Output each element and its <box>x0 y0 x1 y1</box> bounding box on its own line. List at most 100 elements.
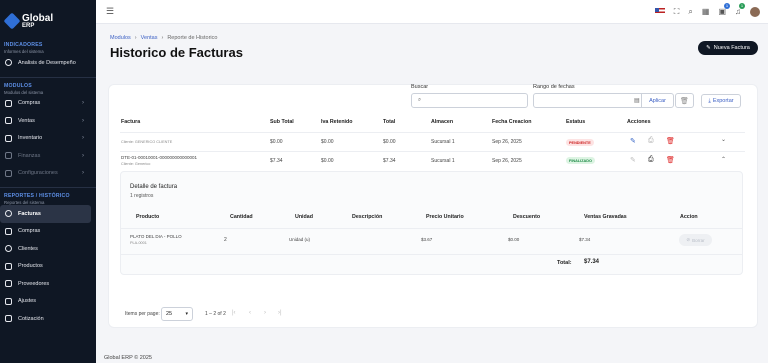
print-icon[interactable]: ⎙ <box>648 156 654 164</box>
sidebar-item-label: Inventario <box>18 135 43 142</box>
topbar: ☰ ⛶ ⌕ ▦ ▣ 1 ♫ 1 <box>96 0 768 24</box>
brand-logo[interactable]: Global ERP <box>0 0 96 42</box>
download-icon: ⤓ <box>708 97 711 104</box>
box-icon <box>5 134 12 142</box>
print-icon[interactable]: ⎙ <box>648 137 654 145</box>
row-iva: $0.00 <box>321 158 334 164</box>
divider <box>0 187 96 188</box>
trash-icon[interactable]: 🗑 <box>666 137 675 145</box>
fullscreen-icon[interactable]: ⛶ <box>674 7 680 17</box>
avatar[interactable] <box>750 6 760 17</box>
sidebar-item-cotizacion[interactable]: Cotización <box>0 310 96 328</box>
breadcrumb: Modulos › Ventas › Reporte de Historico <box>110 35 217 41</box>
col-almacen: Almacen <box>431 119 454 125</box>
section-title-modulos: MODULOS <box>4 82 32 89</box>
trash-icon: 🗑 <box>680 97 689 105</box>
detail-qty: 2 <box>224 237 227 243</box>
first-page-icon[interactable]: |‹ <box>232 310 236 316</box>
clear-date-button[interactable]: 🗑 <box>675 93 694 108</box>
sidebar-item-compras[interactable]: Compras › <box>0 95 96 113</box>
brand-line1: Global <box>22 12 54 24</box>
chevron-right-icon: › <box>82 100 84 107</box>
row-client: Cliente: GENERICO CLIENTE <box>121 140 173 144</box>
sales-icon <box>5 117 12 125</box>
new-invoice-button[interactable]: ✎ Nueva Factura <box>698 41 758 55</box>
sidebar-item-finanzas[interactable]: Finanzas › <box>0 147 96 165</box>
dollar-icon <box>5 210 12 218</box>
sidebar-item-label: Cotización <box>18 315 44 322</box>
detail-discount: $0.00 <box>508 237 520 242</box>
detail-col-unidad: Unidad <box>295 214 313 220</box>
edit-icon[interactable]: ✎ <box>630 137 636 145</box>
sidebar-item-facturas[interactable]: Facturas <box>0 205 91 223</box>
breadcrumb-current: Reporte de Historico <box>167 35 218 41</box>
detail-count: 1 registros <box>130 193 154 199</box>
sidebar-item-configuraciones[interactable]: Configuraciones › <box>0 165 96 183</box>
date-range-label: Rango de fechas <box>533 84 575 90</box>
chevron-down-icon[interactable]: ⌄ <box>721 136 726 143</box>
last-page-icon[interactable]: ›| <box>278 310 282 316</box>
cart-icon <box>5 99 12 107</box>
breadcrumb-modulos[interactable]: Modulos <box>110 35 131 41</box>
flag-us-icon[interactable] <box>654 8 665 15</box>
detail-total-value: $7.34 <box>584 259 600 265</box>
search-icon[interactable]: ⌕ <box>688 7 692 17</box>
document-icon <box>5 315 12 323</box>
row-total: $7.34 <box>383 158 396 164</box>
apply-button[interactable]: Aplicar <box>641 93 673 108</box>
logo-icon <box>3 12 21 30</box>
calendar-icon[interactable]: ▤ <box>634 97 640 104</box>
bell-icon[interactable]: ♫ 1 <box>735 3 745 16</box>
caret-down-icon: ▾ <box>185 311 188 317</box>
messages-icon[interactable]: ▣ 1 <box>718 3 730 16</box>
sidebar-item-label: Finanzas <box>18 152 41 159</box>
export-button[interactable]: ⤓ Exportar <box>701 94 741 108</box>
notifications-badge: 1 <box>739 3 745 9</box>
trash-icon[interactable]: 🗑 <box>666 156 675 164</box>
breadcrumb-ventas[interactable]: Ventas <box>141 35 158 41</box>
sidebar-item-compras-reporte[interactable]: Compras <box>0 223 96 241</box>
apps-icon[interactable]: ▦ <box>702 7 710 16</box>
sidebar-item-label: Compras <box>18 228 41 235</box>
sidebar-item-proveedores[interactable]: Proveedores <box>0 275 96 293</box>
sidebar-item-productos[interactable]: Productos <box>0 258 96 276</box>
detail-col-cantidad: Cantidad <box>230 214 253 220</box>
next-page-icon[interactable]: › <box>264 310 266 316</box>
edit-icon[interactable]: ✎ <box>630 156 636 164</box>
sidebar-item-ventas[interactable]: Ventas › <box>0 112 96 130</box>
detail-col-producto: Producto <box>136 214 160 220</box>
row-invoice: DTE-01-00010001-000000000000001 <box>121 155 198 160</box>
status-badge: FINALIZADO <box>566 157 595 164</box>
trash-icon: ⊘ <box>686 237 691 242</box>
chevron-right-icon: › <box>161 35 164 41</box>
detail-unit: Unidad (u) <box>289 237 311 242</box>
col-fecha: Fecha Creacion <box>492 119 532 125</box>
delete-item-button[interactable]: ⊘ Borrar <box>679 234 712 246</box>
page-size-select[interactable]: 25 ▾ <box>161 307 193 321</box>
invoice-detail-panel <box>120 171 743 275</box>
page-range: 1 – 2 of 2 <box>205 311 226 317</box>
prev-page-icon[interactable]: ‹ <box>249 310 251 316</box>
sidebar-item-label: Analisis de Desempeño <box>18 59 76 66</box>
section-title-reportes: REPORTES / HISTÓRICO <box>4 193 70 199</box>
sidebar-item-inventario[interactable]: Inventario › <box>0 130 96 148</box>
row-fecha: Sep 26, 2025 <box>492 139 522 145</box>
sidebar-item-ajustes[interactable]: Ajustes <box>0 293 96 311</box>
new-invoice-label: Nueva Factura <box>713 45 750 51</box>
search-label: Buscar <box>411 84 429 90</box>
page-title: Historico de Facturas <box>110 45 243 60</box>
truck-icon <box>5 280 12 288</box>
sidebar-item-label: Ajustes <box>18 298 37 305</box>
section-title-indicadores: INDICADORES <box>4 42 43 48</box>
row-iva: $0.00 <box>321 139 334 145</box>
detail-product: PLATO DEL DIA - POLLO <box>130 234 182 239</box>
chevron-up-icon[interactable]: ⌃ <box>721 156 726 163</box>
sidebar-item-label: Productos <box>18 263 43 270</box>
menu-icon[interactable]: ☰ <box>106 6 114 17</box>
detail-col-descripcion: Descripción <box>352 214 383 220</box>
search-input[interactable]: ⌕ <box>411 93 528 108</box>
sidebar-item-clientes[interactable]: Clientes <box>0 240 96 258</box>
search-icon: ⌕ <box>418 97 422 103</box>
sidebar-item-analisis[interactable]: Analisis de Desempeño <box>0 54 96 72</box>
row-almacen: Sucursal 1 <box>431 158 455 164</box>
